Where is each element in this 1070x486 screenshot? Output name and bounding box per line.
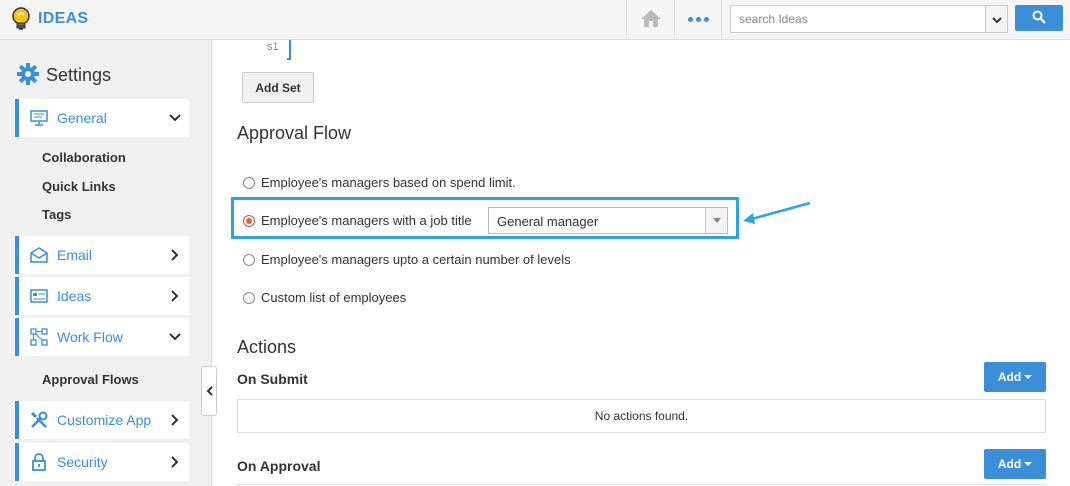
caret-down-icon (1024, 375, 1033, 379)
radio-button[interactable] (243, 176, 255, 189)
chevron-down-icon (165, 327, 185, 347)
sidebar-subitem-tags[interactable]: Tags (42, 207, 71, 222)
job-title-selected-value: General manager (497, 214, 599, 229)
chevron-left-icon (206, 384, 213, 399)
approval-flow-title: Approval Flow (237, 123, 352, 143)
more-options-button[interactable] (674, 0, 722, 39)
more-dots-icon (687, 17, 693, 22)
sidebar-item-label: Work Flow (57, 329, 123, 345)
settings-title: Settings (46, 65, 112, 85)
on-approval-title: On Approval (237, 458, 321, 474)
radio-button-selected[interactable] (243, 214, 255, 227)
chevron-down-icon (991, 12, 1002, 27)
radio-label: Employee's managers based on spend limit… (261, 175, 516, 190)
monitor-icon (29, 108, 49, 128)
chevron-right-icon (165, 245, 185, 265)
add-set-button[interactable]: Add Set (242, 72, 314, 103)
approval-option-job-title[interactable]: Employee's managers with a job title (243, 213, 472, 228)
chevron-right-icon (165, 286, 185, 306)
chevron-down-icon (165, 108, 185, 128)
sidebar-item-security[interactable]: Security (15, 443, 189, 481)
set-bracket (287, 40, 291, 60)
search-icon (1032, 10, 1046, 27)
envelope-icon (29, 245, 49, 265)
radio-button[interactable] (243, 253, 255, 266)
caret-down-icon (705, 208, 727, 233)
sidebar-item-ideas[interactable]: Ideas (15, 277, 189, 315)
radio-label: Employee's managers with a job title (261, 213, 472, 228)
annotation-arrow-icon (743, 201, 811, 224)
sidebar-item-customize-app[interactable]: Customize App (15, 401, 189, 439)
sidebar-item-general[interactable]: General (15, 99, 189, 137)
lightbulb-logo-icon (10, 6, 32, 32)
radio-button[interactable] (243, 291, 255, 304)
ideas-icon (29, 286, 49, 306)
sidebar-item-label: Email (57, 247, 93, 263)
sidebar-subitem-collaboration[interactable]: Collaboration (42, 150, 126, 165)
approval-option-levels[interactable]: Employee's managers upto a certain numbe… (243, 252, 571, 267)
chevron-right-icon (165, 410, 185, 430)
radio-label: Employee's managers upto a certain numbe… (261, 252, 571, 267)
lock-icon (29, 452, 49, 472)
sidebar-subitem-approval-flows[interactable]: Approval Flows (42, 372, 139, 387)
on-submit-title: On Submit (237, 371, 308, 387)
tools-icon (29, 410, 49, 430)
main-content: s1 Add Set Approval Flow Employee's mana… (213, 40, 1070, 486)
sidebar-item-label: General (57, 110, 107, 126)
sidebar-item-label: Customize App (57, 412, 152, 428)
workflow-icon (29, 327, 49, 347)
add-button-label: Add (997, 457, 1022, 471)
chevron-right-icon (165, 452, 185, 472)
settings-heading: Settings (16, 62, 111, 89)
on-submit-add-button[interactable]: Add (984, 362, 1046, 392)
sidebar-subitem-quick-links[interactable]: Quick Links (42, 179, 116, 194)
on-submit-empty-state: No actions found. (237, 399, 1046, 433)
empty-state-text: No actions found. (594, 409, 689, 423)
top-bar: IDEAS (0, 0, 1070, 40)
radio-label: Custom list of employees (261, 290, 407, 305)
job-title-select[interactable]: General manager (488, 207, 728, 234)
set-label: s1 (267, 41, 279, 53)
caret-down-icon (1024, 462, 1033, 466)
app-brand[interactable]: IDEAS (10, 6, 88, 32)
approval-option-spend-limit[interactable]: Employee's managers based on spend limit… (243, 175, 516, 190)
actions-title: Actions (237, 337, 297, 357)
sidebar-item-label: Security (57, 454, 108, 470)
sidebar-item-work-flow[interactable]: Work Flow (15, 318, 189, 356)
search-scope-dropdown[interactable] (985, 6, 1007, 32)
approval-option-custom-list[interactable]: Custom list of employees (243, 290, 406, 305)
sidebar-item-email[interactable]: Email (15, 236, 189, 274)
divider (237, 484, 1046, 485)
sidebar: Settings General Collaboration Quick Lin… (0, 40, 212, 486)
app-name: IDEAS (38, 10, 89, 27)
sidebar-item-label: Ideas (57, 288, 92, 304)
on-approval-add-button[interactable]: Add (984, 449, 1046, 479)
search-input[interactable] (731, 6, 983, 32)
search-button[interactable] (1015, 5, 1063, 31)
add-button-label: Add (997, 370, 1022, 384)
home-button[interactable] (626, 0, 674, 39)
gear-icon (16, 62, 40, 89)
search-box (730, 5, 1008, 33)
home-icon (640, 8, 662, 31)
